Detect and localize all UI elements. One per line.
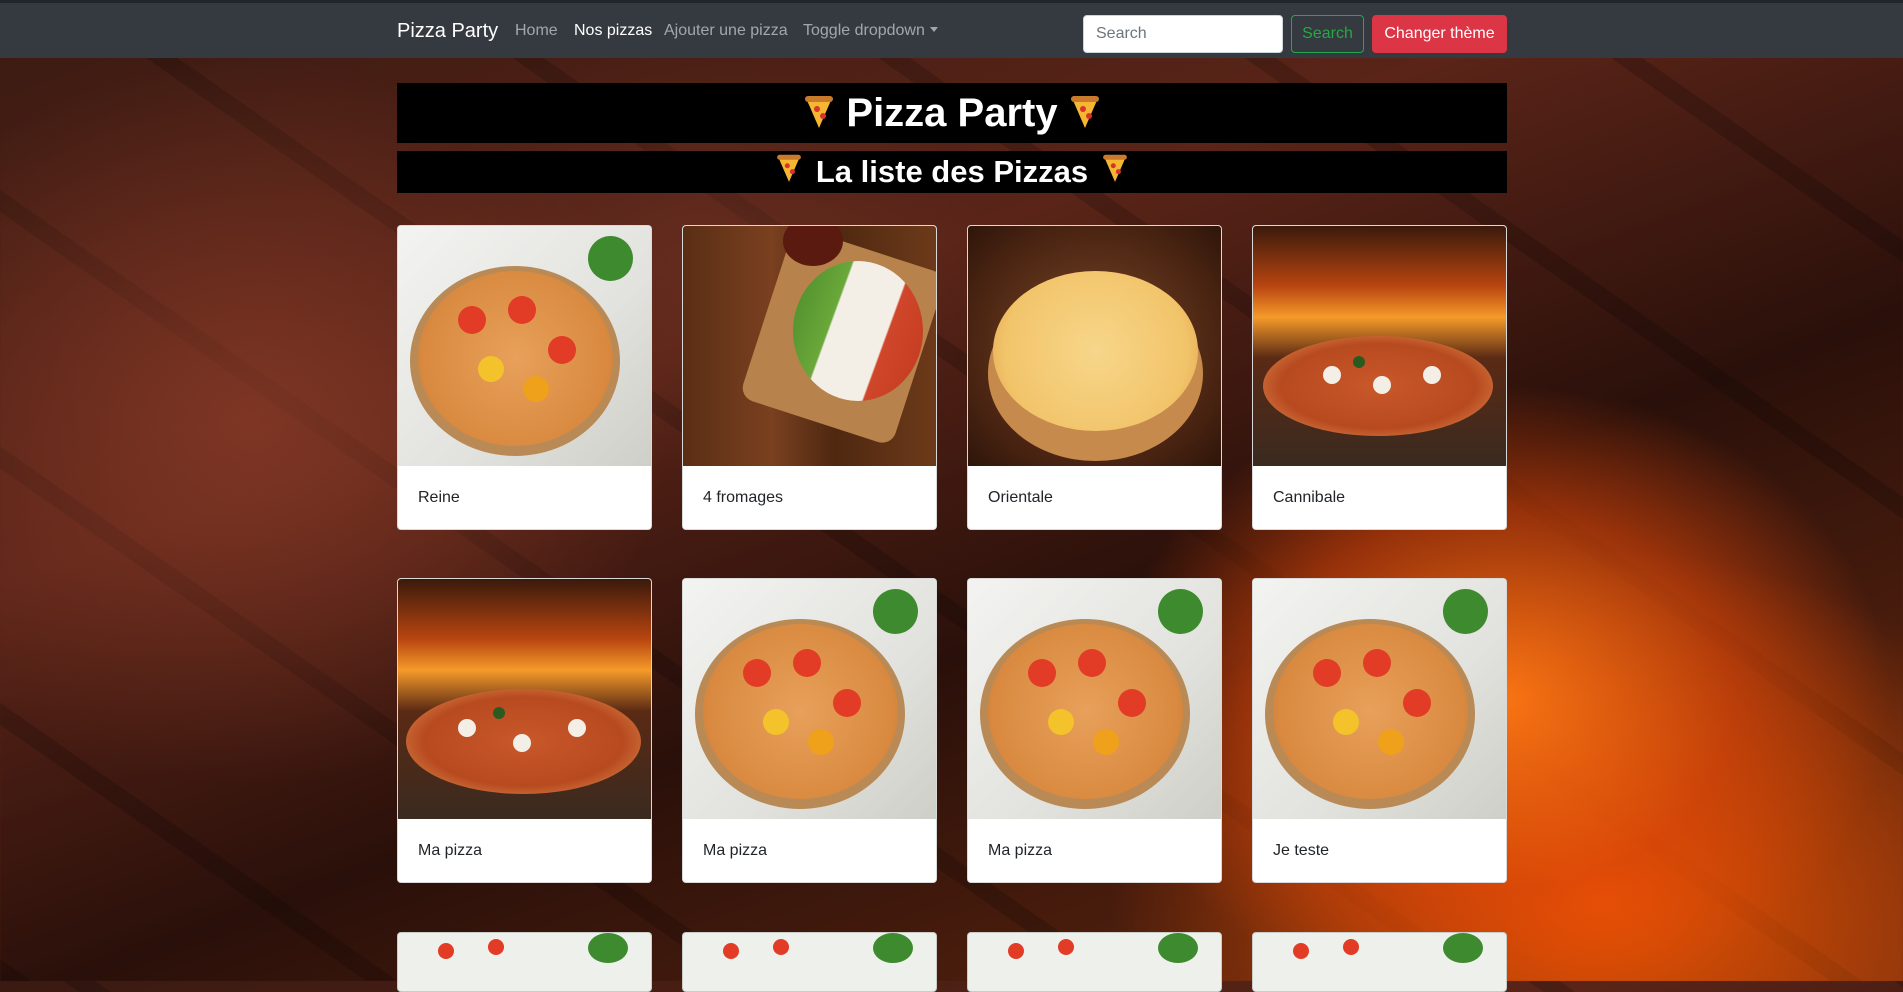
pizza-name: 4 fromages	[703, 489, 784, 506]
pizza-image	[683, 226, 936, 466]
nav-link-nos-pizzas[interactable]: Nos pizzas	[574, 22, 652, 40]
pizza-card[interactable]	[682, 932, 937, 992]
pizza-card[interactable]	[397, 932, 652, 992]
change-theme-button[interactable]: Changer thème	[1372, 15, 1507, 53]
section-title: La liste des Pizzas	[815, 154, 1089, 189]
pizza-slice-icon	[1070, 96, 1099, 130]
nav-link-home[interactable]: Home	[515, 22, 558, 40]
pizza-card[interactable]	[967, 932, 1222, 992]
pizza-name: Orientale	[988, 489, 1053, 506]
caret-down-icon	[929, 27, 938, 32]
pizza-image	[398, 226, 651, 466]
nav-dropdown-label: Toggle dropdown	[803, 22, 925, 39]
page-title-banner: Pizza Party	[397, 83, 1507, 143]
section-title-banner: La liste des Pizzas	[397, 151, 1507, 193]
navbar-brand[interactable]: Pizza Party	[397, 20, 498, 43]
pizza-image	[683, 579, 936, 819]
pizza-card[interactable]: Je teste	[1252, 578, 1507, 883]
pizza-card[interactable]	[1252, 932, 1507, 992]
pizza-slice-icon	[805, 96, 834, 130]
page-title: Pizza Party	[846, 91, 1058, 135]
pizza-name: Je teste	[1273, 842, 1330, 859]
pizza-card[interactable]: Ma pizza	[682, 578, 937, 883]
pizza-name: Cannibale	[1273, 489, 1346, 506]
pizza-image	[1253, 579, 1506, 819]
pizza-card[interactable]: Cannibale	[1252, 225, 1507, 530]
pizza-card[interactable]: Reine	[397, 225, 652, 530]
pizza-image	[1253, 226, 1506, 466]
pizza-name: Reine	[418, 489, 460, 506]
pizza-card[interactable]: Orientale	[967, 225, 1222, 530]
pizza-card[interactable]: Ma pizza	[967, 578, 1222, 883]
navbar: Pizza Party Home Nos pizzas Ajouter une …	[0, 0, 1903, 58]
nav-link-ajouter-pizza[interactable]: Ajouter une pizza	[664, 22, 788, 40]
pizza-card[interactable]: Ma pizza	[397, 578, 652, 883]
pizza-slice-icon	[1103, 154, 1128, 183]
pizza-image	[968, 226, 1221, 466]
pizza-slice-icon	[776, 154, 801, 183]
search-input[interactable]	[1083, 15, 1283, 53]
pizza-name: Ma pizza	[988, 842, 1053, 859]
nav-dropdown-toggle[interactable]: Toggle dropdown	[803, 22, 938, 40]
pizza-name: Ma pizza	[703, 842, 768, 859]
pizza-image	[398, 579, 651, 819]
pizza-name: Ma pizza	[418, 842, 483, 859]
pizza-image	[968, 579, 1221, 819]
search-button[interactable]: Search	[1291, 15, 1364, 53]
pizza-card[interactable]: 4 fromages	[682, 225, 937, 530]
